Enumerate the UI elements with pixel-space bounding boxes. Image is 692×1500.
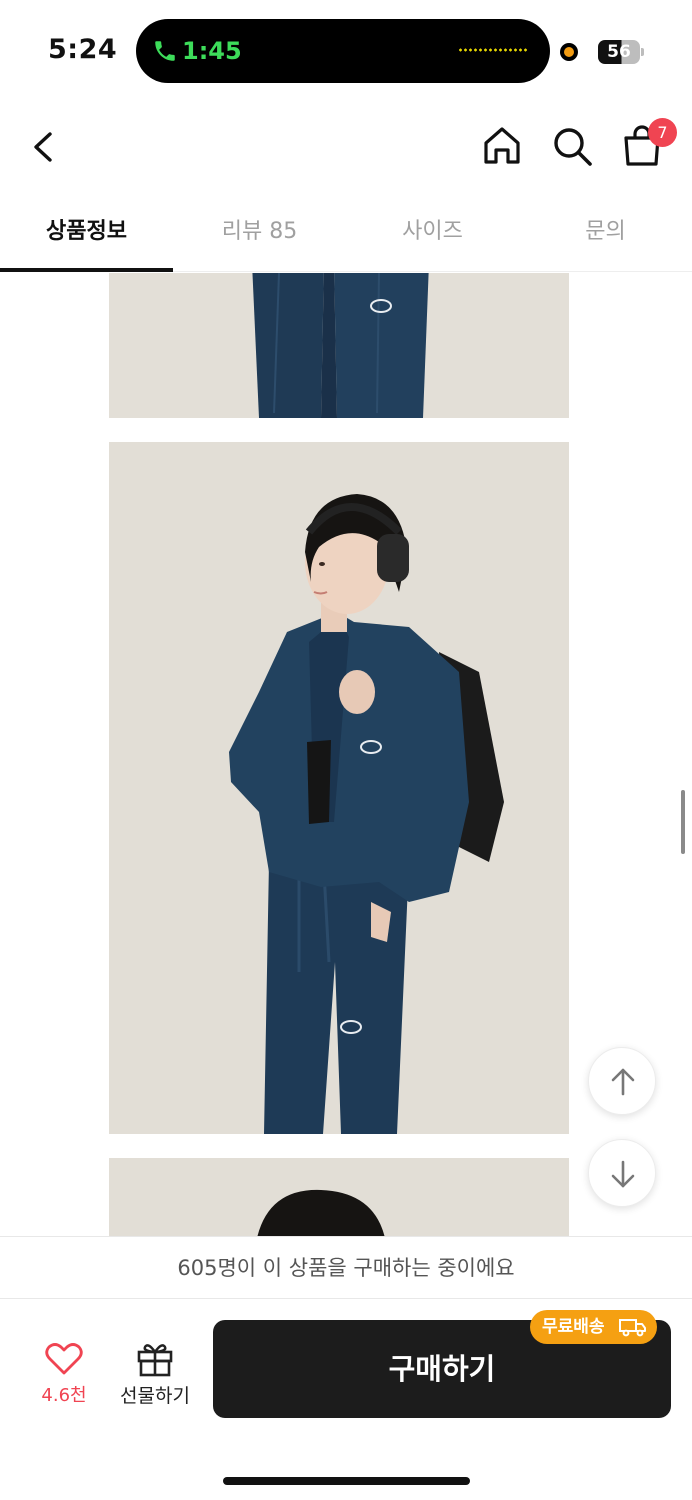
like-button[interactable]: 4.6천 xyxy=(28,1339,100,1411)
product-photo-model xyxy=(109,442,569,1134)
gift-icon xyxy=(137,1344,173,1377)
bottom-action-bar: 4.6천 선물하기 구매하기 무료배송 xyxy=(0,1299,692,1500)
search-icon[interactable] xyxy=(548,122,596,170)
gift-label: 선물하기 xyxy=(120,1385,190,1407)
gift-button[interactable]: 선물하기 xyxy=(110,1339,200,1411)
scroll-to-bottom-button[interactable] xyxy=(588,1139,656,1207)
home-indicator[interactable] xyxy=(223,1477,470,1485)
status-bar: 5:24 1:45 56 xyxy=(0,0,692,100)
product-photo xyxy=(109,273,569,418)
heart-icon xyxy=(45,1343,83,1375)
privacy-indicator-icon xyxy=(560,43,578,61)
free-shipping-badge: 무료배송 xyxy=(530,1310,657,1344)
tab-product-info[interactable]: 상품정보 xyxy=(0,192,173,272)
scrollbar[interactable] xyxy=(681,790,685,854)
dynamic-island-call[interactable]: 1:45 xyxy=(136,19,550,83)
battery-level: 56 xyxy=(607,42,631,62)
arrow-up-icon xyxy=(611,1068,635,1096)
product-detail-content xyxy=(0,273,692,1236)
audio-waveform-icon xyxy=(458,48,528,52)
arrow-down-icon xyxy=(611,1160,635,1188)
status-time: 5:24 xyxy=(48,34,118,65)
tab-size[interactable]: 사이즈 xyxy=(346,192,519,271)
truck-icon xyxy=(619,1319,646,1337)
back-icon[interactable] xyxy=(22,122,66,172)
top-nav-bar: 7 xyxy=(0,100,692,192)
home-icon[interactable] xyxy=(478,122,526,170)
like-count: 4.6천 xyxy=(41,1385,87,1406)
buyer-count-notice: 605명이 이 상품을 구매하는 중이에요 xyxy=(0,1236,692,1299)
phone-icon xyxy=(155,41,175,61)
tab-reviews[interactable]: 리뷰 85 xyxy=(173,192,346,271)
cart-count-badge: 7 xyxy=(648,118,677,147)
tab-inquiry[interactable]: 문의 xyxy=(519,192,692,271)
battery-cap xyxy=(641,48,644,56)
free-shipping-label: 무료배송 xyxy=(542,1317,605,1337)
scroll-to-top-button[interactable] xyxy=(588,1047,656,1115)
call-duration: 1:45 xyxy=(182,37,242,65)
product-tabs: 상품정보 리뷰 85 사이즈 문의 xyxy=(0,192,692,272)
battery-icon: 56 xyxy=(598,40,640,64)
product-photo xyxy=(109,1158,569,1236)
